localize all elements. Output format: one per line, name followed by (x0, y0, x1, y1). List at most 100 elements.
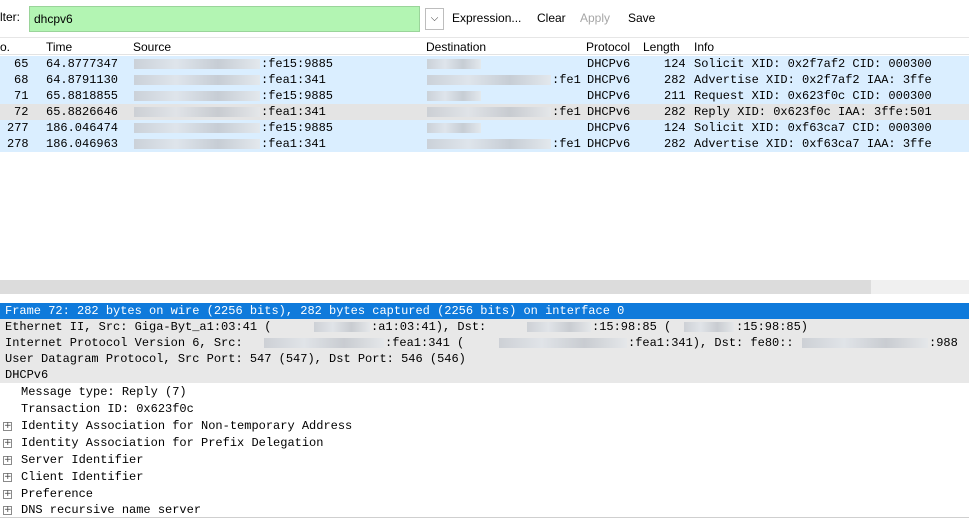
packet-details: Frame 72: 282 bytes on wire (2256 bits),… (0, 303, 969, 523)
column-no[interactable]: o. (0, 40, 10, 54)
redacted-address (134, 139, 260, 149)
expand-icon[interactable]: + (3, 473, 12, 482)
save-button[interactable]: Save (628, 11, 655, 25)
packet-protocol: DHCPv6 (587, 121, 631, 135)
packet-protocol: DHCPv6 (587, 57, 631, 71)
packet-list-header: o. Time Source Destination Protocol Leng… (0, 38, 969, 55)
redacted-address (134, 123, 260, 133)
expand-icon[interactable]: + (3, 490, 12, 499)
packet-length: 282 (664, 137, 686, 151)
packet-info: Advertise XID: 0xf63ca7 IAA: 3ffe (694, 137, 932, 151)
detail-text: Ethernet II, Src: Giga-Byt_a1:03:41 ( (5, 320, 272, 334)
packet-info: Request XID: 0x623f0c CID: 000300 (694, 89, 932, 103)
detail-text: Client Identifier (21, 470, 144, 484)
packet-row[interactable]: 277 186.046474 :fe15:9885 DHCPv6 124 Sol… (0, 120, 969, 136)
packet-protocol: DHCPv6 (587, 137, 631, 151)
redacted-address (134, 59, 260, 69)
column-info[interactable]: Info (694, 40, 714, 54)
expand-icon[interactable]: + (3, 506, 12, 515)
column-protocol[interactable]: Protocol (586, 40, 630, 54)
redacted-address (134, 91, 260, 101)
detail-client-identifier[interactable]: + Client Identifier (0, 469, 969, 485)
display-filter-toolbar: lter: dhcpv6 ⌵ Expression... Clear Apply… (0, 0, 969, 38)
packet-time: 64.8777347 (46, 57, 119, 71)
packet-source: :fe15:9885 (261, 121, 334, 135)
packet-row[interactable]: 68 64.8791130 :fea1:341 :fe1 DHCPv6 282 … (0, 72, 969, 88)
packet-source: :fe15:9885 (261, 57, 334, 71)
packet-protocol: DHCPv6 (587, 105, 631, 119)
packet-destination: :fe1 (552, 137, 581, 151)
detail-text: Internet Protocol Version 6, Src: (5, 336, 243, 350)
column-destination[interactable]: Destination (426, 40, 486, 54)
packet-row[interactable]: 278 186.046963 :fea1:341 :fe1 DHCPv6 282… (0, 136, 969, 152)
packet-row[interactable]: 71 65.8818855 :fe15:9885 DHCPv6 211 Requ… (0, 88, 969, 104)
detail-text: DHCPv6 (5, 368, 49, 382)
expression-button[interactable]: Expression... (452, 11, 521, 25)
detail-ia-pd[interactable]: + Identity Association for Prefix Delega… (0, 435, 969, 451)
column-length[interactable]: Length (643, 40, 680, 54)
redacted-address (802, 338, 928, 348)
redacted-address (264, 338, 384, 348)
packet-info: Reply XID: 0x623f0c IAA: 3ffe:501 (694, 105, 932, 119)
detail-text: :fea1:341), Dst: fe80:: (628, 336, 794, 350)
packet-length: 124 (664, 57, 686, 71)
detail-ethernet[interactable]: Ethernet II, Src: Giga-Byt_a1:03:41 ( :a… (0, 319, 969, 335)
redacted-address (134, 107, 260, 117)
packet-no: 72 (14, 105, 29, 119)
redacted-address (527, 322, 591, 332)
detail-server-identifier[interactable]: + Server Identifier (0, 452, 969, 468)
detail-text: :988 (929, 336, 958, 350)
expand-icon[interactable]: + (3, 422, 12, 431)
redacted-address (684, 322, 734, 332)
expand-icon[interactable]: + (3, 439, 12, 448)
detail-message-type[interactable]: Message type: Reply (7) (0, 384, 969, 400)
redacted-address (427, 59, 481, 69)
packet-source: :fea1:341 (261, 73, 326, 87)
redacted-address (134, 75, 260, 85)
packet-time: 64.8791130 (46, 73, 119, 87)
redacted-address (427, 75, 551, 85)
detail-text: :15:98:85 ( (592, 320, 672, 334)
clear-button[interactable]: Clear (537, 11, 566, 25)
redacted-address (427, 91, 481, 101)
horizontal-scrollbar[interactable] (0, 280, 871, 294)
detail-text: Identity Association for Prefix Delegati… (21, 436, 324, 450)
pane-divider (0, 517, 969, 523)
detail-text: :fea1:341 ( (385, 336, 465, 350)
detail-preference[interactable]: + Preference (0, 486, 969, 502)
packet-info: Solicit XID: 0xf63ca7 CID: 000300 (694, 121, 932, 135)
detail-dhcpv6[interactable]: DHCPv6 (0, 367, 969, 383)
detail-text: :15:98:85) (736, 320, 809, 334)
packet-time: 65.8826646 (46, 105, 119, 119)
filter-label: lter: (0, 10, 21, 24)
packet-no: 277 (7, 121, 29, 135)
apply-button[interactable]: Apply (580, 11, 610, 25)
packet-no: 278 (7, 137, 29, 151)
packet-protocol: DHCPv6 (587, 73, 631, 87)
packet-protocol: DHCPv6 (587, 89, 631, 103)
redacted-address (499, 338, 627, 348)
detail-frame[interactable]: Frame 72: 282 bytes on wire (2256 bits),… (0, 303, 969, 319)
detail-dns-server[interactable]: + DNS recursive name server (0, 502, 969, 518)
packet-no: 65 (14, 57, 29, 71)
redacted-address (314, 322, 370, 332)
detail-transaction-id[interactable]: Transaction ID: 0x623f0c (0, 401, 969, 417)
packet-row-selected[interactable]: 72 65.8826646 :fea1:341 :fe1 DHCPv6 282 … (0, 104, 969, 120)
packet-length: 211 (664, 89, 686, 103)
detail-ia-na[interactable]: + Identity Association for Non-temporary… (0, 418, 969, 434)
display-filter-input[interactable]: dhcpv6 (29, 6, 420, 32)
detail-text: Message type: Reply (7) (21, 385, 187, 399)
packet-length: 124 (664, 121, 686, 135)
redacted-address (427, 123, 481, 133)
expand-icon[interactable]: + (3, 456, 12, 465)
detail-text: DNS recursive name server (21, 503, 202, 517)
detail-ipv6[interactable]: Internet Protocol Version 6, Src: :fea1:… (0, 335, 969, 351)
packet-row[interactable]: 65 64.8777347 :fe15:9885 DHCPv6 124 Soli… (0, 56, 969, 72)
column-source[interactable]: Source (133, 40, 171, 54)
detail-udp[interactable]: User Datagram Protocol, Src Port: 547 (5… (0, 351, 969, 367)
chevron-down-icon[interactable]: ⌵ (425, 8, 444, 30)
column-time[interactable]: Time (46, 40, 72, 54)
packet-length: 282 (664, 105, 686, 119)
scrollbar-track[interactable] (871, 280, 969, 294)
packet-destination: :fe1 (552, 105, 581, 119)
